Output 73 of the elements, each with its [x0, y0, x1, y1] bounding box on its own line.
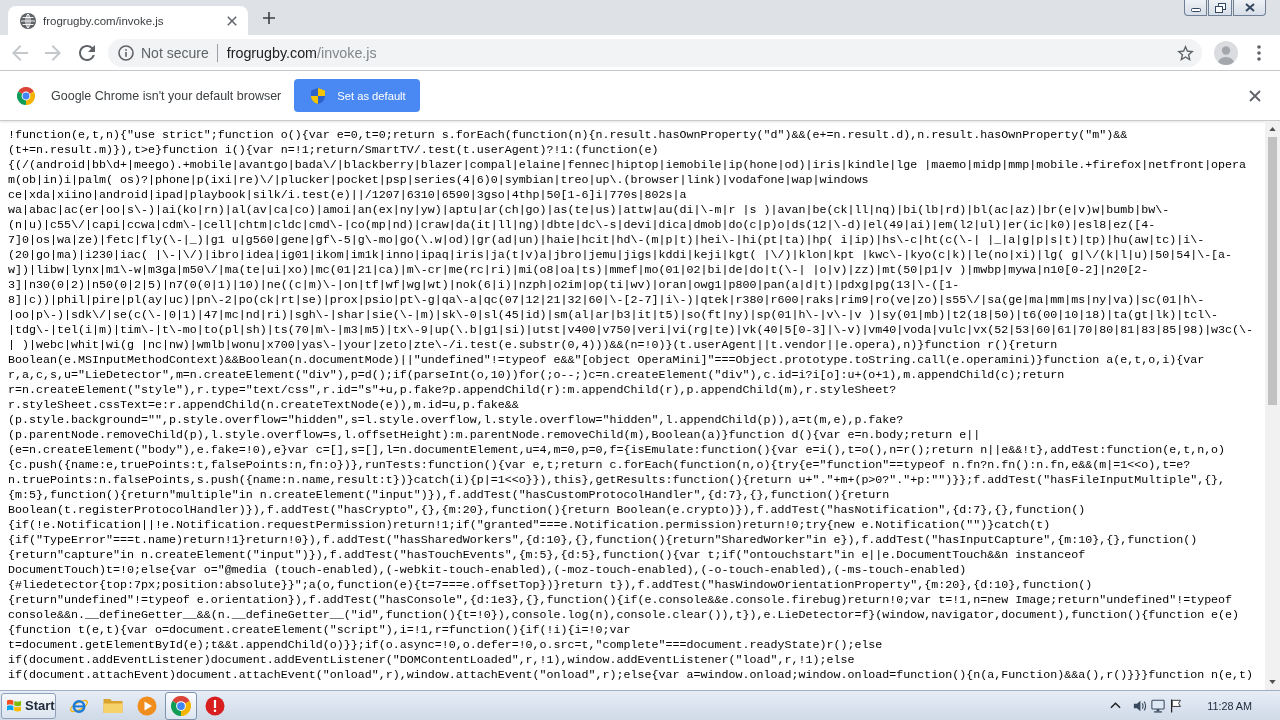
- code-line: !function(e,t,n){"use strict";function o(){var e=0,t=0;return s.forEach(function(n){n.result.hasOwnProperty("d")&&(e+=n.result.d),n.result.hasOwnProperty("m")&&: [8, 128, 1128, 143]
- code-line: if(document.addEventListener)document.addEventListener("DOMContentLoaded",r,!1),window.addEventListener("load",r,!1);else: [8, 653, 855, 668]
- code-line: wa|abac|ac(er|oo|s\-)|ai(ko|rn)|al(av|ca|co)|amoi|an(ex|ny|yw)|aptu|ar(ch|go)|as(te|us)|attw|au(di|\-m|r |s )|avan|be(ck|ll|nq)|bi(lb|rd)|bl(ac|az)|br(e|v)w|bumb|bw\-: [8, 203, 1170, 218]
- security-label[interactable]: Not secure: [141, 44, 209, 61]
- taskbar-button[interactable]: [165, 691, 197, 720]
- speaker-icon[interactable]: [1133, 698, 1148, 713]
- restore-icon: [1214, 2, 1226, 13]
- browser-tab[interactable]: frogrugby.com/invoke.js: [8, 6, 248, 35]
- chevron-up-icon[interactable]: [1110, 702, 1122, 709]
- network-icon[interactable]: [1151, 698, 1166, 713]
- shield-icon: [311, 87, 326, 104]
- url-text[interactable]: frogrugby.com/invoke.js: [226, 44, 377, 61]
- minimize-icon: [1190, 8, 1201, 12]
- code-line: {m:5},function(){return"multiple"in n.createElement("input")}),f.addTest("hasCustomProtocolHandler",{d:7},{},function(){return: [8, 488, 890, 503]
- minimize-button[interactable]: [1184, 0, 1207, 16]
- code-line: t=document.getElementById(e);t&&t.appendChild(o)}};if(o.async=!0,o.defer=!0,o.src=t,"complete"===document.readyState)r();else: [8, 638, 883, 653]
- plus-icon[interactable]: [263, 11, 275, 24]
- scrollbar-track[interactable]: [1265, 121, 1280, 690]
- exclamation-icon: [205, 695, 225, 716]
- star-icon[interactable]: [1177, 44, 1194, 61]
- code-line: (p.parentNode.removeChild(p),l.style.overflow=s,l.offsetHeight):m.parentNode.removeChild(m),Boolean(a)}function d(){var e=n.body;return e||: [8, 428, 981, 443]
- code-line: (20|go|ma)|i230|iac( |\-|\/)|ibro|idea|ig01|ikom|im1k|inno|ipaq|iris|ja(t|v)a|jbro|jemu|jigs|kddi|keji|kgt( |\/)|klon|kpt |kwc\-|kyo(c|k)|le(no|xi)|lg( g|\/(k|l|u)|50|54|\-[a-: [8, 248, 1233, 263]
- code-line: r,a,c,s,u="LieDetector",m=n.createElement("div"),p=d();if(parseInt(o,10))for(;o--;)c=n.createElement("div"),c.id=i?i[o]:u+(o+1),m.appendChild(c);return: [8, 368, 1065, 383]
- code-line: Boolean(e.MSInputMethodContext)&&Boolean(n.documentMode)||"undefined"!=typeof e&&"[object OperaMini]"===Object.prototype.toString.call(e.operamini)}function a(e,t,o,i){var: [8, 353, 1205, 368]
- code-line: 8]|c))|phil|pire|pl(ay|uc)|pn\-2|po(ck|rt|se)|prox|psio|pt\-g|qa\-a|qc(07|12|21|32|60|\-[2-7]|i\-)|qtek|r380|r600|raks|rim9|ro(ve|zo)|s55\/|sa(ge|ma|mm|ms|ny|va)|sc(01|h\-: [8, 293, 1205, 308]
- code-line: {(/(android|bb\d+|meego).+mobile|avantgo|bada\/|blackberry|blazer|compal|elaine|fennec|hiptop|iemobile|ip(hone|od)|iris|kindle|lge |maemo|midp|mmp|mobile.+firefox|netfront|opera: [8, 158, 1247, 173]
- start-button[interactable]: Start: [1, 692, 56, 719]
- flag-icon[interactable]: [1169, 698, 1184, 713]
- code-line: {c.push({name:e,truePoints:t,falsePoints:n,fn:o})},runTests:function(){var e,t;return c.forEach(function(n,o){try{e="function"==typeof n.fn?n.fn():n.fn,e&&(m|=1<<o),t=e?: [8, 458, 1191, 473]
- code-line: (t+=n.result.m)}),t>e}function i(){var n=!1;return/SmartTV/.test(t.userAgent)?!1:(function(e): [8, 143, 659, 158]
- code-line: |tdg\-|tel(i|m)|tim\-|t\-mo|to(pl|sh)|ts(70|m\-|m3|m5)|tx\-9|up(\.b|g1|si)|utst|v400|v750|veri|vi(rg|te)|vk(40|5[0-3]|\-v)|vm40|voda|vulc|vx(52|53|60|61|70|80|81|83|85|98)|w3c(\-: [8, 323, 1254, 338]
- code-line: Boolean(t.registerProtocolHandler)}),f.addTest("hasCrypto",{},{m:20},function(){return Boolean(e.crypto)}),f.addTest("hasNotification",{d:7},{},function(): [8, 503, 1086, 518]
- code-line: w])|libw|lynx|m1\-w|m3ga|m50\/|ma(te|ui|xo)|mc(01|21|ca)|m\-cr|me(rc|ri)|mi(o8|oa|ts)|mmef|mo(01|02|bi|de|do|t(\-| |o|v)|zz)|mt(50|p1|v )|mwbp|mywa|n10[0-2]|n20[2-: [8, 263, 1149, 278]
- code-line: {function t(e,t){var o=document.createElement("script"),i=!1,r=function(){if(!i){i=!0;var: [8, 623, 631, 638]
- flag-logo-icon: [6, 698, 22, 713]
- code-line: 7]0|os|wa|ze)|fetc|fly(\-|_)|g1 u|g560|gene|gf\-5|g\-mo|go(\.w|od)|gr(ad|un)|haie|hcit|hd\-(m|p|t)|hei\-|hi(pt|ta)|hp( i|ip)|hs\-c|ht(c(\-| |_|a|g|p|s|t)|tp)|hu(aw|tc)|i\-: [8, 233, 1205, 248]
- address-bar[interactable]: Not secure frogrugby.com/invoke.js: [108, 38, 1202, 67]
- globe-icon: [20, 12, 36, 29]
- code-line: ce|xda|xiino|android|ipad|playbook|silk/i.test(e)||/1207|6310|6590|3gso|4thp|50[1-6]i|770s|802s|a: [8, 188, 687, 203]
- arrow-up-icon[interactable]: [1269, 127, 1276, 131]
- menu-icon[interactable]: [1257, 44, 1261, 61]
- code-line: |oo|p\-)|sdk\/|se(c(\-|0|1)|47|mc|nd|ri)|sgh\-|shar|sie(\-|m)|sk\-0|sl(45|id)|sm(al|ar|b3|it|t5)|so(ft|ny)|sp(01|h\-|v\-|v )|sy(01|mb)|t2(18|50)|t6(00|10|18)|ta(gt|lk)|tcl\-: [8, 308, 1219, 323]
- code-line: (e=n.createElement("body"),e.fake=!0),e}var c=[],s=[],l=n.documentElement,u=4,m=0,p=0,f={isEmulate:function(){var e=i(),t=o(),n=r();return n||e&&!t},addTest:function(e,t,n,o): [8, 443, 1226, 458]
- close-icon[interactable]: [227, 15, 237, 26]
- code-line: r.styleSheet.cssText=e:r.appendChild(n.createTextNode(e)),m.id=u,p.fake&&: [8, 398, 519, 413]
- close-icon[interactable]: [1249, 89, 1261, 102]
- code-line: 3]|n30(0|2)|n50(0|2|5)|n7(0(0|1)|10)|ne((c|m)\-|on|tf|wf|wg|wt)|nok(6|i)|nzph|o2im|op(ti|wv)|oran|owg1|p800|pan(a|d|t)|pdxg|pg(13|\-([1-: [8, 278, 960, 293]
- code-line: DocumentTouch)t=!0;else{var o="@media (touch-enabled),(-webkit-touch-enabled),(-moz-touch-enabled),(-o-touch-enabled),(-ms-touch-enabled): [8, 563, 967, 578]
- close-button[interactable]: [1233, 0, 1266, 16]
- taskbar-clock[interactable]: 11:28 AM: [1207, 699, 1252, 712]
- code-line: {if("TypeError"===t.name)return!1}return!0}),f.addTest("hasSharedWorkers",{d:10},{},function(){return"SharedWorker"in e}),f.addTest("hasInputCapture",{m:10},{},function(): [8, 533, 1198, 548]
- code-line: r=n.createElement("style"),r.type="text/css",r.id="s"+u,p.fake?p.appendChild(r):m.appendChild(r),p.appendChild(m),r.styleSheet?: [8, 383, 897, 398]
- arrow-down-icon[interactable]: [1269, 680, 1276, 684]
- scrollbar-thumb[interactable]: [1268, 137, 1277, 405]
- code-line: n.truePoints:n.falsePoints,s.push({name:n.name,result:t})}catch(i){p|=1<<o}}),this},getResults:function(){return u+"."+m+(p>0?"."+p:"")}};f.addTest("hasFileInputMultiple",{},: [8, 473, 1226, 488]
- media-player-icon: [137, 695, 157, 716]
- code-line: | )|webc|whit|wi(g |nc|nw)|wmlb|wonu|x700|yas\-|your|zeto|zte\-/i.test(e.substr(0,4)))&&(n=!0)}(t.userAgent||t.vendor||e.opera),n)}function r(){return: [8, 338, 1058, 353]
- code-line: if(document.attachEvent)document.attachEvent("onload",r),window.attachEvent("onload",r);else{var a=window.onload;window.onload=function(){n(a,Function)&&a(),r()}}}function n(e,t): [8, 668, 1254, 683]
- code-line: {return"capture"in n.createElement("input")}),f.addTest("hasTouchEvents",{m:5},{d:5},function(){var t;if("ontouchstart"in e||e.DocumentTouch&&n instanceof: [8, 548, 1086, 563]
- infobar-message: Google Chrome isn't your default browser: [51, 88, 282, 103]
- reload-icon[interactable]: [79, 44, 95, 61]
- close-icon: [1244, 3, 1255, 12]
- browser-logo-icon: [171, 695, 191, 716]
- code-line: (p.style.background="",p.style.overflow="hidden",s=l.style.overflow,l.style.overflow="hidden",l.appendChild(p)),a=t(m,e),p.fake?: [8, 413, 904, 428]
- code-line: {if(!e.Notification||!e.Notification.requestPermission)return!1;if("granted"===e.Notification.permission)return!0;try{new e.Notification("")}catch(t): [8, 518, 1051, 533]
- browser-logo-icon: [17, 86, 35, 105]
- code-line: (n|u)|c55\/|capi|ccwa|cdm\-|cell|chtm|cldc|cmd\-|co(mp|nd)|craw|da(it|ll|ng)|dbte|dc\-s|devi|dica|dmob|do(c|p)o|ds(12|\-d)|el(49|ai)|em(l2|ul)|er(ic|k0)|esl8|ez([4-: [8, 218, 1156, 233]
- info-icon[interactable]: [118, 44, 134, 61]
- code-line: m(ob|in)i|palm( os)?|phone|p(ixi|re)\/|plucker|pocket|psp|series(4|6)0|symbian|treo|up\.(browser|link)|vodafone|wap|windows: [8, 173, 869, 188]
- code-line: {return"undefined"!=typeof e.orientation}),f.addTest("hasConsole",{d:1e3},{},function(){if(e.console&&e.console.firebug)return!0;var t=!1,n=new Image;return"undefined"!=typeof: [8, 593, 1233, 608]
- code-line: {#liedetector{top:7px;position:absolute}}";a(o,function(e){t=7===e.offsetTop})}return t}),f.addTest("hasWindowOrientationProperty",{m:20},{d:10},function(): [8, 578, 1093, 593]
- restore-button[interactable]: [1208, 0, 1232, 16]
- code-line: console&&n.__defineGetter__&&(n.__defineGetter__("id",function(){t=!0}),console.log(n),console.clear()),t}),e.LieDetector=f}(window,navigator,document),function(){function e(e): [8, 608, 1240, 623]
